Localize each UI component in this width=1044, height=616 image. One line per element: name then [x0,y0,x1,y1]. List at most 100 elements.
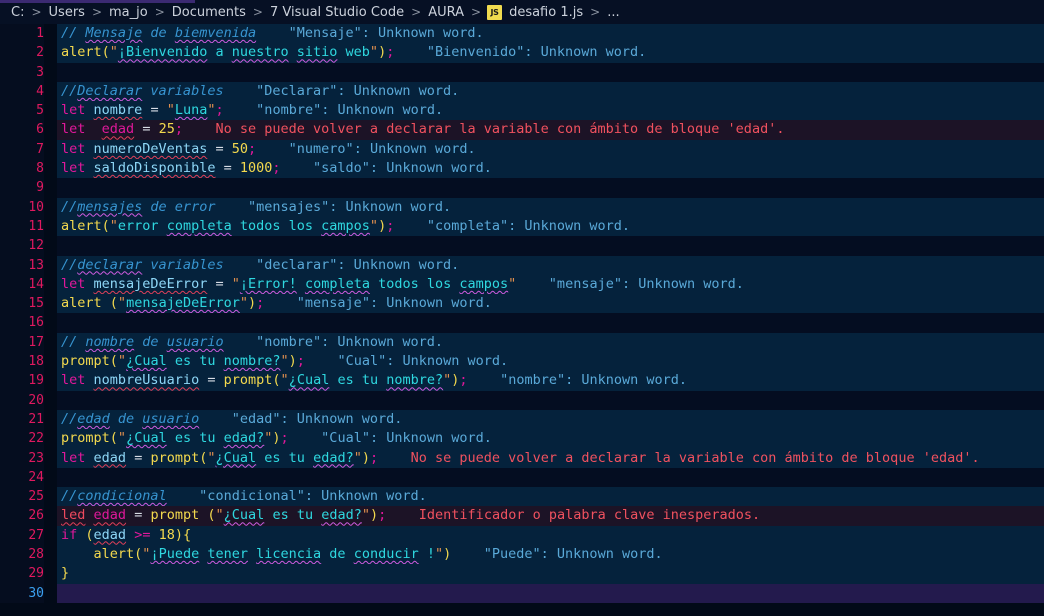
editor-line[interactable]: 6 let edad = 25; No se puede volver a dec… [0,120,1044,140]
editor-line[interactable]: 3 [0,62,1044,82]
code-line-content[interactable]: // nombre de usuario "nombre": Unknown w… [57,332,1044,353]
gutter-spacer [44,371,57,391]
gutter-spacer [44,409,57,430]
gutter-spacer [44,101,57,121]
editor-line[interactable]: 14 let mensajeDeError = "¡Error! completa… [0,274,1044,295]
editor-line[interactable]: 20 [0,390,1044,410]
breadcrumb-item-vscode[interactable]: 7 Visual Studio Code [269,5,405,20]
editor-line[interactable]: 5 let nombre = "Luna"; "nombre": Unknown … [0,101,1044,121]
breadcrumb-separator-icon: > [91,5,102,19]
editor-line[interactable]: 10 //mensajes de error "mensajes": Unknow… [0,197,1044,217]
line-number: 29 [0,564,44,584]
breadcrumb-separator-icon: > [590,5,601,19]
editor-line[interactable]: 12 [0,236,1044,256]
code-line-content[interactable]: alert("¡Bienvenido a nuestro sitio web")… [57,43,1044,63]
code-line-content[interactable]: alert("¡Puede tener licencia de conducir… [57,545,1044,565]
inline-diagnostic-hint: "mensaje": Unknown word. [516,275,744,292]
breadcrumb[interactable]: C: > Users > ma_jo > Documents > 7 Visua… [0,0,1044,24]
breadcrumb-item-file[interactable]: desafio 1.js [508,5,584,20]
code-line-content[interactable]: //condicional "condicional": Unknown wor… [57,487,1044,507]
editor-line[interactable]: 30 [0,583,1044,603]
inline-diagnostic-hint: "Cual": Unknown word. [288,430,492,447]
editor-line[interactable]: 4 //Declarar variables "Declarar": Unknow… [0,81,1044,102]
line-number: 2 [0,43,44,63]
code-line-content[interactable] [57,62,1044,82]
gutter-spacer [44,487,57,507]
code-line-content[interactable]: alert("error completa todos los campos")… [57,216,1044,237]
editor-line[interactable]: 7 let numeroDeVentas = 50; "numero": Unkn… [0,139,1044,160]
editor-line[interactable]: 17 // nombre de usuario "nombre": Unknown… [0,332,1044,353]
code-line-content[interactable]: // Mensaje de biemvenida "Mensaje": Unkn… [57,24,1044,44]
code-line-content[interactable]: let edad = prompt("¿Cual es tu edad?"); … [57,448,1044,468]
editor-line[interactable]: 1 // Mensaje de biemvenida "Mensaje": Unk… [0,24,1044,44]
breadcrumb-item-users[interactable]: Users [48,5,86,20]
line-number: 13 [0,255,44,275]
code-line-content[interactable] [57,583,1044,603]
editor-line[interactable]: 15 alert ("mensajeDeError"); "mensaje": U… [0,294,1044,314]
gutter-spacer [44,159,57,179]
code-line-content[interactable]: let saldoDisponible = 1000; "saldo": Unk… [57,159,1044,179]
gutter-spacer [44,467,57,488]
code-line-content[interactable]: led edad = prompt ("¿Cual es tu edad?");… [57,506,1044,526]
editor-line[interactable]: 22 prompt("¿Cual es tu edad?"); "Cual": U… [0,429,1044,449]
code-line-content[interactable] [57,178,1044,198]
breadcrumb-separator-icon: > [154,5,165,19]
line-number: 27 [0,525,44,546]
editor-line[interactable]: 28 alert("¡Puede tener licencia de condu… [0,545,1044,565]
gutter-spacer [44,236,57,256]
line-number: 12 [0,236,44,256]
gutter-spacer [44,274,57,295]
code-line-content[interactable]: prompt("¿Cual es tu edad?"); "Cual": Unk… [57,429,1044,449]
editor-line[interactable]: 11 alert("error completa todos los campos… [0,216,1044,237]
inline-diagnostic-hint: "completa": Unknown word. [394,217,631,234]
inline-diagnostic-hint: No se puede volver a declarar la variabl… [378,449,980,466]
code-line-content[interactable]: //declarar variables "declarar": Unknown… [57,255,1044,275]
breadcrumb-item-overflow[interactable]: ... [606,5,620,20]
code-line-content[interactable]: let mensajeDeError = "¡Error! completa t… [57,274,1044,295]
editor-line[interactable]: 27 if (edad >= 18){ [0,525,1044,546]
code-line-content[interactable] [57,236,1044,256]
code-line-content[interactable]: let edad = 25; No se puede volver a decl… [57,120,1044,140]
line-number: 11 [0,216,44,237]
code-line-content[interactable]: alert ("mensajeDeError"); "mensaje": Unk… [57,294,1044,314]
breadcrumb-item-aura[interactable]: AURA [427,5,465,20]
code-line-content[interactable]: if (edad >= 18){ [57,525,1044,546]
code-line-content[interactable]: let numeroDeVentas = 50; "numero": Unkno… [57,139,1044,160]
code-line-content[interactable]: prompt("¿Cual es tu nombre?"); "Cual": U… [57,352,1044,372]
editor-line[interactable]: 16 [0,313,1044,333]
editor-line[interactable]: 24 [0,467,1044,488]
editor-line[interactable]: 2 alert("¡Bienvenido a nuestro sitio web"… [0,43,1044,63]
code-line-content[interactable]: let nombre = "Luna"; "nombre": Unknown w… [57,101,1044,121]
editor-line[interactable]: 9 [0,178,1044,198]
editor-line[interactable]: 23 let edad = prompt("¿Cual es tu edad?")… [0,448,1044,468]
editor-line[interactable]: 18 prompt("¿Cual es tu nombre?"); "Cual":… [0,352,1044,372]
code-line-content[interactable]: //mensajes de error "mensajes": Unknown … [57,197,1044,217]
editor-line[interactable]: 29} [0,564,1044,584]
line-number: 16 [0,313,44,333]
line-number: 24 [0,467,44,488]
code-line-content[interactable] [57,467,1044,488]
editor-line[interactable]: 21 //edad de usuario "edad": Unknown word… [0,409,1044,430]
editor-line[interactable]: 25 //condicional "condicional": Unknown w… [0,487,1044,507]
editor-line[interactable]: 19 let nombreUsuario = prompt("¿Cual es t… [0,371,1044,391]
line-number: 18 [0,352,44,372]
code-editor[interactable]: 1 // Mensaje de biemvenida "Mensaje": Unk… [0,24,1044,616]
gutter-spacer [44,139,57,160]
inline-diagnostic-hint: "mensaje": Unknown word. [264,295,492,312]
breadcrumb-item-ma-jo[interactable]: ma_jo [108,5,149,20]
code-line-content[interactable]: } [57,564,1044,584]
code-line-content[interactable]: //edad de usuario "edad": Unknown word. [57,409,1044,430]
code-line-content[interactable]: let nombreUsuario = prompt("¿Cual es tu … [57,371,1044,391]
code-line-content[interactable] [57,390,1044,410]
code-line-content[interactable]: //Declarar variables "Declarar": Unknown… [57,81,1044,102]
breadcrumb-item-documents[interactable]: Documents [171,5,247,20]
line-number: 7 [0,139,44,160]
inline-diagnostic-hint: "Puede": Unknown word. [451,546,663,563]
gutter-spacer [44,216,57,237]
breadcrumb-item-drive[interactable]: C: [10,5,25,20]
code-line-content[interactable] [57,313,1044,333]
editor-line[interactable]: 13 //declarar variables "declarar": Unkno… [0,255,1044,275]
gutter-spacer [44,178,57,198]
editor-line[interactable]: 8 let saldoDisponible = 1000; "saldo": Un… [0,159,1044,179]
editor-line[interactable]: 26 led edad = prompt ("¿Cual es tu edad?"… [0,506,1044,526]
